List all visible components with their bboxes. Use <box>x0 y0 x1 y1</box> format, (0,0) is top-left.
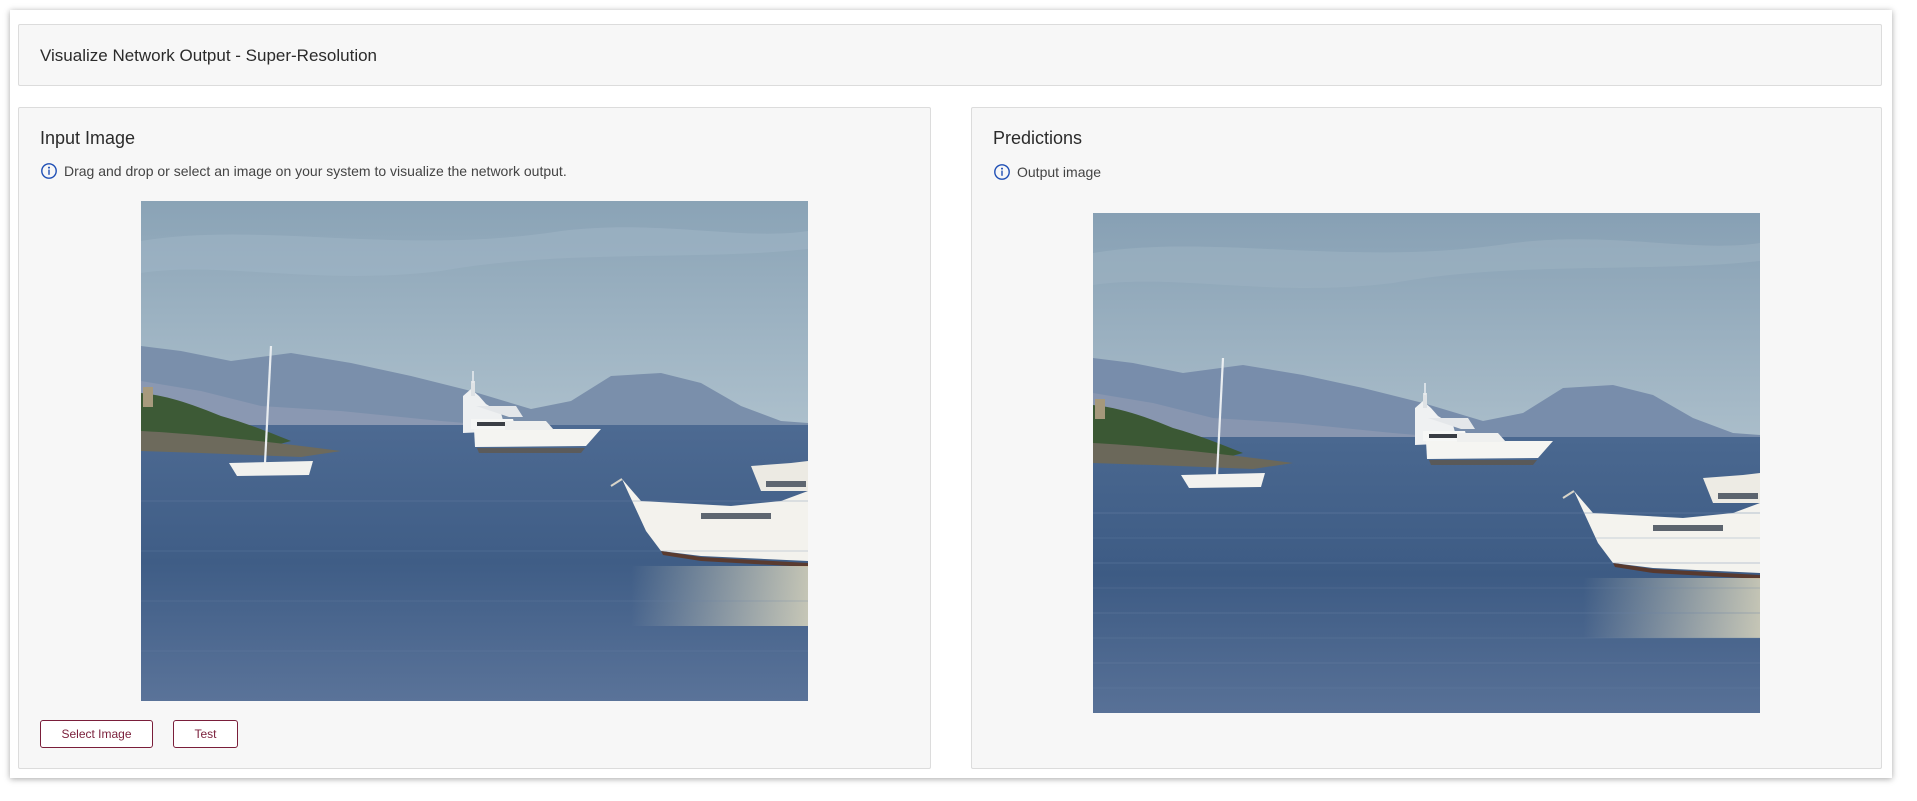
info-circle-icon <box>994 164 1010 180</box>
select-image-button[interactable]: Select Image <box>40 720 153 748</box>
test-button[interactable]: Test <box>173 720 238 748</box>
predictions-info-text: Output image <box>1017 164 1102 180</box>
output-image <box>1093 213 1760 713</box>
input-image[interactable] <box>141 201 808 701</box>
predictions-info-row: Output image <box>993 163 1101 181</box>
header-card: Visualize Network Output - Super-Resolut… <box>18 24 1882 86</box>
app-window: Visualize Network Output - Super-Resolut… <box>10 10 1892 778</box>
predictions-panel: Predictions Output image <box>971 107 1882 769</box>
input-image-title: Input Image <box>40 128 136 148</box>
input-image-panel: Input Image Drag and drop or select an i… <box>18 107 931 769</box>
input-info-row: Drag and drop or select an image on your… <box>40 162 567 180</box>
predictions-title: Predictions <box>993 128 1083 148</box>
page-title: Visualize Network Output - Super-Resolut… <box>40 46 378 65</box>
input-info-text: Drag and drop or select an image on your… <box>64 163 567 179</box>
info-circle-icon <box>41 163 57 179</box>
